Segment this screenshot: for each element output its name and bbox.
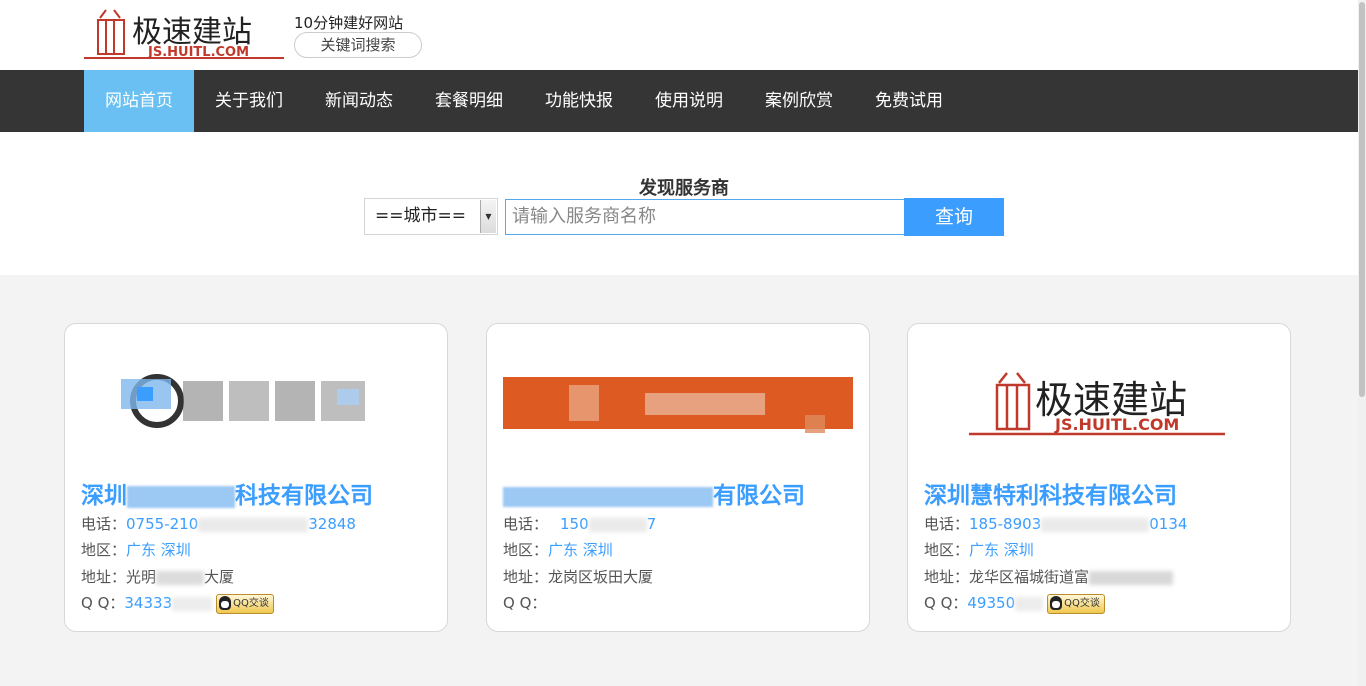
provider-name-suffix: 科技有限公司 — [235, 483, 373, 509]
redacted-block — [1015, 596, 1044, 611]
phone-label: 电话： — [503, 515, 549, 533]
provider-card[interactable]: 有限公司 电话： 150 7 地区：广东 深圳 地址：龙岗区坂田大厦 Q Q： — [486, 323, 870, 632]
provider-phone: 电话：0755-210 32848 — [81, 513, 356, 534]
provider-logo — [503, 362, 853, 442]
keyword-search-button[interactable]: 关键词搜索 — [294, 32, 422, 58]
qq-chat-button[interactable]: QQ交谈 — [216, 593, 274, 614]
logo-en-text: JS.HUITL.COM — [147, 45, 249, 60]
provider-address: 地址：龙岗区坂田大厦 — [503, 566, 653, 587]
phone-end: 7 — [646, 515, 657, 533]
provider-logo-image: 极速建站 JS.HUITL.COM — [969, 372, 1225, 436]
address-label: 地址： — [503, 568, 549, 586]
search-section: 发现服务商 ==城市== ▼ 请输入服务商名称 查询 — [0, 132, 1358, 275]
provider-phone: 电话：185-8903 0134 — [924, 513, 1187, 534]
scrollbar-thumb[interactable] — [1359, 2, 1365, 397]
provider-address: 地址：光明 大厦 — [81, 566, 234, 587]
provider-address: 地址：龙华区福城街道富 — [924, 566, 1174, 587]
provider-card[interactable]: 深圳 科技有限公司 电话：0755-210 32848 地区：广东 深圳 地址：光明… — [64, 323, 448, 632]
nav-item-about[interactable]: 关于我们 — [194, 70, 304, 132]
redacted-block — [588, 517, 647, 532]
address-start: 龙华区福城街道富 — [969, 568, 1090, 586]
region-value[interactable]: 广东 深圳 — [126, 541, 191, 559]
redacted-block — [1089, 570, 1174, 585]
provider-qq: Q Q： — [503, 592, 546, 613]
chevron-down-icon[interactable]: ▼ — [480, 200, 496, 233]
city-select-value: ==城市== — [375, 206, 466, 226]
phone-label: 电话： — [81, 515, 127, 533]
address-label: 地址： — [81, 568, 127, 586]
phone-start: 150 — [560, 515, 589, 533]
provider-qq: Q Q：34333 QQ交谈 — [81, 592, 274, 614]
region-value[interactable]: 广东 深圳 — [969, 541, 1034, 559]
address-start: 光明 — [126, 568, 157, 586]
nav-item-home[interactable]: 网站首页 — [84, 70, 194, 132]
redacted-block — [156, 570, 205, 585]
nav-item-news[interactable]: 新闻动态 — [304, 70, 414, 132]
provider-logo: 极速建站 JS.HUITL.COM — [924, 362, 1274, 442]
qq-value: 49350 — [967, 594, 1016, 612]
query-button[interactable]: 查询 — [904, 198, 1004, 236]
redacted-block — [172, 596, 213, 611]
address-label: 地址： — [924, 568, 970, 586]
provider-name-suffix: 有限公司 — [713, 483, 805, 509]
city-select[interactable]: ==城市== ▼ — [364, 198, 498, 235]
provider-card[interactable]: 极速建站 JS.HUITL.COM 深圳慧特利科技有限公司 电话：185-890… — [907, 323, 1291, 632]
provider-logo-image — [503, 377, 853, 433]
phone-end: 0134 — [1149, 515, 1188, 533]
nav-item-packages[interactable]: 套餐明细 — [414, 70, 524, 132]
provider-phone: 电话： 150 7 — [503, 513, 656, 534]
redacted-block — [503, 486, 713, 507]
address-end: 大厦 — [204, 568, 235, 586]
qq-label: Q Q： — [503, 594, 547, 612]
region-value[interactable]: 广东 深圳 — [548, 541, 613, 559]
phone-start: 185-8903 — [969, 515, 1042, 533]
penguin-icon — [1050, 595, 1063, 610]
logo-mark: 极速建站 JS.HUITL.COM — [84, 9, 284, 60]
main-nav: 网站首页 关于我们 新闻动态 套餐明细 功能快报 使用说明 案例欣赏 免费试用 — [0, 70, 1358, 132]
provider-name-prefix: 深圳 — [81, 483, 127, 509]
nav-item-free-trial[interactable]: 免费试用 — [854, 70, 964, 132]
provider-logo-image — [121, 374, 365, 428]
phone-end: 32848 — [308, 515, 356, 533]
provider-logo — [81, 362, 431, 442]
logo-en-text: JS.HUITL.COM — [1054, 415, 1179, 434]
qq-value: 34333 — [124, 594, 173, 612]
region-label: 地区： — [503, 541, 549, 559]
provider-qq: Q Q：49350 QQ交谈 — [924, 592, 1105, 614]
provider-name-input[interactable]: 请输入服务商名称 — [505, 199, 905, 235]
nav-item-cases[interactable]: 案例欣赏 — [744, 70, 854, 132]
provider-name[interactable]: 深圳 科技有限公司 — [81, 476, 373, 510]
qq-chat-button[interactable]: QQ交谈 — [1047, 593, 1105, 614]
nav-item-features[interactable]: 功能快报 — [524, 70, 634, 132]
nav-item-guide[interactable]: 使用说明 — [634, 70, 744, 132]
nav-list: 网站首页 关于我们 新闻动态 套餐明细 功能快报 使用说明 案例欣赏 免费试用 — [84, 70, 964, 132]
page-scrollbar[interactable] — [1358, 0, 1366, 686]
provider-region: 地区：广东 深圳 — [81, 539, 191, 560]
qq-label: Q Q： — [924, 594, 968, 612]
address-value: 龙岗区坂田大厦 — [548, 568, 654, 586]
redacted-block — [198, 517, 309, 532]
penguin-icon — [219, 595, 232, 610]
qq-label: Q Q： — [81, 594, 125, 612]
provider-region: 地区：广东 深圳 — [503, 539, 613, 560]
provider-name[interactable]: 有限公司 — [503, 476, 805, 510]
redacted-block — [1041, 517, 1150, 532]
search-title: 发现服务商 — [639, 178, 729, 199]
phone-label: 电话： — [924, 515, 970, 533]
site-logo[interactable]: 极速建站 JS.HUITL.COM — [84, 6, 286, 62]
provider-name[interactable]: 深圳慧特利科技有限公司 — [924, 476, 1177, 510]
provider-region: 地区：广东 深圳 — [924, 539, 1034, 560]
region-label: 地区： — [924, 541, 970, 559]
phone-start: 0755-210 — [126, 515, 199, 533]
redacted-block — [127, 485, 235, 508]
slogan: 10分钟建好网站 — [294, 14, 404, 32]
region-label: 地区： — [81, 541, 127, 559]
site-header: 极速建站 JS.HUITL.COM 10分钟建好网站 关键词搜索 — [0, 0, 1358, 70]
